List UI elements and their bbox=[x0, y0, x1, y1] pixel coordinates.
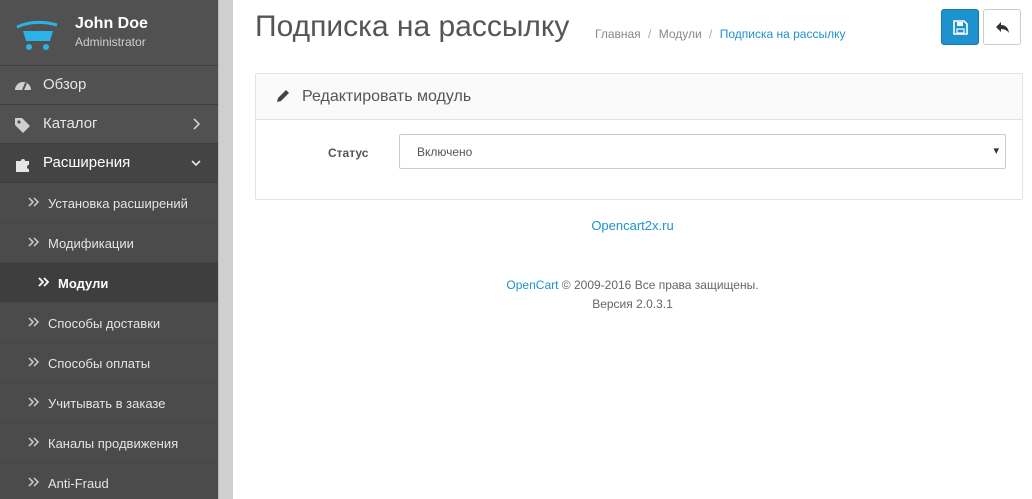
submenu-item-label: Модули bbox=[58, 276, 109, 291]
puzzle-icon bbox=[16, 159, 29, 172]
breadcrumb: Главная / Модули / Подписка на рассылку bbox=[595, 27, 846, 41]
menu-item-label: Обзор bbox=[43, 76, 87, 93]
double-chevron-icon bbox=[38, 277, 50, 287]
breadcrumb-separator: / bbox=[648, 27, 652, 41]
submenu-item-label: Учитывать в заказе bbox=[48, 396, 166, 411]
opencart-link[interactable]: OpenCart bbox=[506, 278, 558, 292]
footer: OpenCart © 2009-2016 Все права защищены.… bbox=[233, 276, 1032, 314]
submenu-item-anti-fraud[interactable]: Anti-Fraud bbox=[0, 463, 218, 499]
tags-icon bbox=[15, 118, 30, 133]
submenu-item-payments[interactable]: Способы оплаты bbox=[0, 343, 218, 383]
menu-item-catalog[interactable]: Каталог bbox=[0, 105, 218, 144]
copyright-text: © 2009-2016 Все права защищены. bbox=[561, 278, 759, 292]
chevron-down-icon bbox=[191, 160, 201, 167]
status-select[interactable]: Включено ▾ bbox=[399, 134, 1006, 169]
submenu-item-label: Способы доставки bbox=[48, 316, 161, 331]
submenu-item-label: Anti-Fraud bbox=[48, 476, 109, 491]
version-text: Версия 2.0.3.1 bbox=[592, 297, 673, 311]
double-chevron-icon bbox=[28, 357, 40, 367]
menu-item-dashboard[interactable]: Обзор bbox=[0, 66, 218, 105]
menu-item-label: Каталог bbox=[43, 115, 98, 132]
page-title: Подписка на рассылку bbox=[255, 10, 570, 43]
sidebar: John Doe Administrator Обзор Каталог Рас… bbox=[0, 0, 218, 499]
submenu-item-feeds[interactable]: Каналы продвижения bbox=[0, 423, 218, 463]
save-icon bbox=[953, 20, 968, 35]
pencil-icon bbox=[277, 90, 289, 102]
breadcrumb-separator: / bbox=[709, 27, 713, 41]
double-chevron-icon bbox=[28, 477, 40, 487]
menu-item-extensions[interactable]: Расширения bbox=[0, 144, 218, 183]
status-label: Статус bbox=[328, 146, 369, 160]
submenu-item-modifications[interactable]: Модификации bbox=[0, 223, 218, 263]
user-role: Administrator bbox=[75, 35, 146, 49]
menu-item-label: Расширения bbox=[43, 154, 131, 171]
submenu-item-label: Установка расширений bbox=[48, 196, 188, 211]
panel-heading: Редактировать модуль bbox=[256, 74, 1022, 120]
submenu-item-label: Способы оплаты bbox=[48, 356, 151, 371]
submenu-item-modules[interactable]: Модули bbox=[0, 263, 218, 303]
double-chevron-icon bbox=[28, 397, 40, 407]
breadcrumb-modules[interactable]: Модули bbox=[659, 27, 702, 41]
dropdown-caret-icon: ▾ bbox=[993, 145, 999, 157]
status-selected-value: Включено bbox=[417, 145, 473, 159]
breadcrumb-current[interactable]: Подписка на рассылку bbox=[720, 27, 846, 41]
submenu-item-installer[interactable]: Установка расширений bbox=[0, 183, 218, 223]
submenu-item-label: Модификации bbox=[48, 236, 134, 251]
submenu-item-order-totals[interactable]: Учитывать в заказе bbox=[0, 383, 218, 423]
panel-title: Редактировать модуль bbox=[302, 88, 472, 105]
reply-icon bbox=[996, 22, 1009, 33]
extensions-submenu: Установка расширений Модификации Модули … bbox=[0, 183, 218, 499]
double-chevron-icon bbox=[28, 317, 40, 327]
cart-logo-icon bbox=[16, 20, 58, 50]
submenu-item-shipping[interactable]: Способы доставки bbox=[0, 303, 218, 343]
dashboard-icon bbox=[15, 82, 31, 91]
breadcrumb-home[interactable]: Главная bbox=[595, 27, 641, 41]
save-button[interactable] bbox=[941, 9, 979, 45]
edit-module-panel: Редактировать модуль Статус Включено ▾ bbox=[255, 73, 1023, 200]
submenu-item-label: Каналы продвижения bbox=[48, 436, 179, 451]
user-profile[interactable]: John Doe Administrator bbox=[0, 0, 218, 66]
double-chevron-icon bbox=[28, 237, 40, 247]
sidebar-divider bbox=[218, 0, 233, 499]
double-chevron-icon bbox=[28, 197, 40, 207]
back-button[interactable] bbox=[983, 9, 1021, 45]
main-content: Подписка на рассылку Главная / Модули / … bbox=[233, 0, 1032, 499]
user-name: John Doe bbox=[75, 15, 148, 32]
chevron-right-icon bbox=[193, 118, 201, 130]
double-chevron-icon bbox=[28, 437, 40, 447]
site-link[interactable]: Opencart2x.ru bbox=[233, 218, 1032, 233]
